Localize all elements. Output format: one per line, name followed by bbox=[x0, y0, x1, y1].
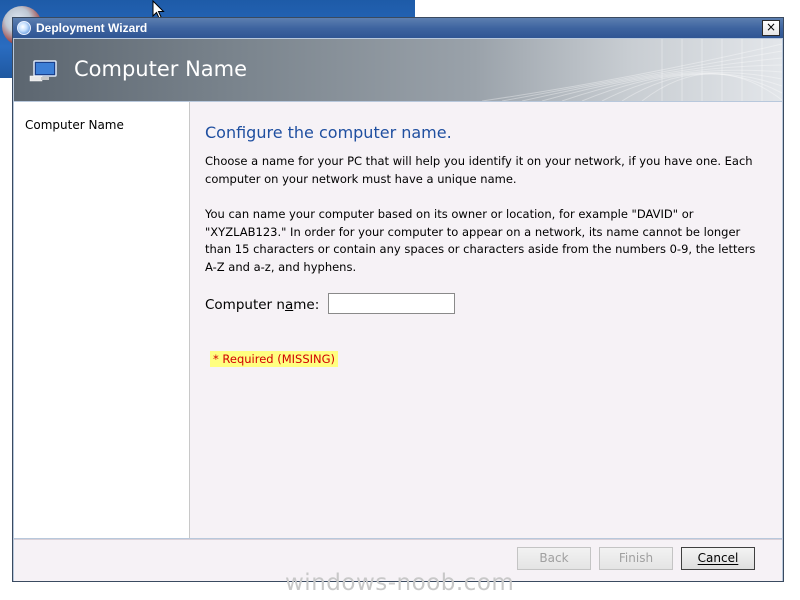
computer-name-label: Computer name: bbox=[205, 297, 319, 313]
wizard-content: Configure the computer name. Choose a na… bbox=[190, 102, 782, 538]
step-item-computer-name[interactable]: Computer Name bbox=[25, 118, 124, 132]
content-heading: Configure the computer name. bbox=[205, 123, 452, 142]
computer-name-input[interactable] bbox=[328, 293, 455, 314]
title-bar[interactable]: Deployment Wizard × bbox=[13, 18, 783, 38]
description-paragraph-2: You can name your computer based on its … bbox=[205, 207, 756, 274]
back-button[interactable]: Back bbox=[517, 547, 591, 570]
wizard-app-icon bbox=[17, 21, 31, 35]
window-title: Deployment Wizard bbox=[36, 21, 148, 35]
deployment-wizard-window: Deployment Wizard × Computer Name Comput… bbox=[12, 17, 784, 582]
site-watermark: windows-noob.com bbox=[285, 570, 515, 596]
label-part: me: bbox=[293, 297, 320, 313]
page-title: Computer Name bbox=[74, 57, 248, 81]
close-button[interactable]: × bbox=[762, 20, 780, 36]
description-paragraph-1: Choose a name for your PC that will help… bbox=[205, 154, 753, 186]
header-decoration bbox=[482, 39, 782, 101]
finish-button[interactable]: Finish bbox=[599, 547, 673, 570]
accelerator-key: a bbox=[284, 297, 294, 313]
wizard-step-list: Computer Name bbox=[14, 102, 190, 538]
wizard-header: Computer Name bbox=[14, 39, 782, 101]
cancel-button[interactable]: Cancel bbox=[681, 547, 755, 570]
required-warning: * Required (MISSING) bbox=[210, 351, 339, 367]
computer-monitor-icon bbox=[29, 60, 57, 82]
label-part: Computer n bbox=[205, 297, 285, 313]
